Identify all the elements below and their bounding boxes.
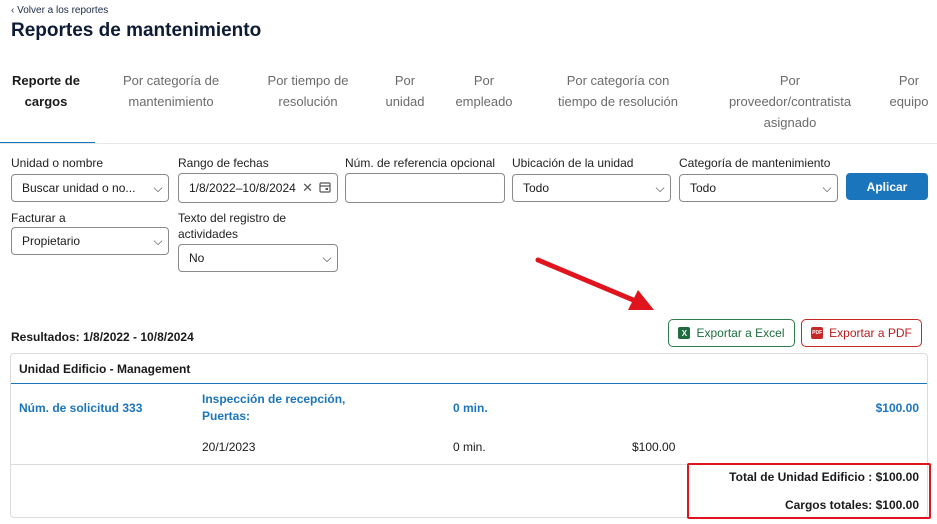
annotation-arrow-icon — [535, 257, 654, 310]
chevron-down-icon: ⌵ — [655, 180, 665, 195]
tab-by-equipment[interactable]: Por equipo — [884, 70, 934, 112]
tabs-divider — [0, 143, 937, 144]
maintenance-category-label: Categoría de mantenimiento — [679, 156, 831, 170]
results-range: Resultados: 1/8/2022 - 10/8/2024 — [11, 330, 194, 344]
date-start: 1/8/2022 — [189, 181, 236, 195]
bill-to-label: Facturar a — [11, 211, 66, 225]
clear-icon[interactable]: ✕ — [302, 180, 319, 196]
reference-number-input[interactable] — [345, 173, 505, 203]
maintenance-category-value: Todo — [690, 181, 717, 195]
unit-filter-label: Unidad o nombre — [11, 156, 104, 170]
request-number-link[interactable]: Núm. de solicitud 333 — [19, 400, 142, 417]
tab-by-category-resolution-time[interactable]: Por categoría con tiempo de resolución — [548, 70, 688, 112]
bill-to-value: Propietario — [22, 234, 81, 248]
date-end: 10/8/2024 — [242, 181, 296, 195]
unit-group-heading: Unidad Edificio - Management — [11, 354, 927, 384]
entry-amount: $100.00 — [632, 440, 676, 454]
unit-location-select[interactable]: Todo ⌵ — [512, 174, 671, 202]
maintenance-category-select[interactable]: Todo ⌵ — [679, 174, 838, 202]
activity-log-select[interactable]: No ⌵ — [178, 244, 338, 272]
calendar-icon[interactable] — [319, 181, 337, 196]
export-excel-button[interactable]: X Exportar a Excel — [668, 319, 795, 347]
unit-location-value: Todo — [523, 181, 550, 195]
request-description-link[interactable]: Inspección de recepción, Puertas: — [202, 391, 352, 425]
export-pdf-label: Exportar a PDF — [829, 326, 912, 340]
date-range-input[interactable]: 1/8/2022 – 10/8/2024 ✕ — [178, 173, 338, 203]
back-to-reports-link[interactable]: ‹ Volver a los reportes — [11, 5, 108, 16]
annotation-highlight-box — [687, 463, 931, 519]
unit-search-select[interactable]: Buscar unidad o no... ⌵ — [11, 174, 169, 202]
tab-by-unit[interactable]: Por unidad — [380, 70, 430, 112]
reference-label: Núm. de referencia opcional — [345, 156, 496, 170]
tab-by-contractor[interactable]: Por proveedor/contratista asignado — [718, 70, 862, 133]
entry-date: 20/1/2023 — [202, 440, 256, 454]
export-pdf-button[interactable]: PDF Exportar a PDF — [801, 319, 922, 347]
tab-by-employee[interactable]: Por empleado — [448, 70, 520, 112]
chevron-down-icon: ⌵ — [153, 180, 163, 195]
date-range-label: Rango de fechas — [178, 156, 269, 170]
activity-log-value: No — [189, 251, 205, 265]
unit-location-label: Ubicación de la unidad — [512, 156, 634, 170]
unit-search-value: Buscar unidad o no... — [22, 181, 136, 195]
tab-by-resolution-time[interactable]: Por tiempo de resolución — [262, 70, 354, 112]
entry-time: 0 min. — [453, 440, 486, 454]
tab-by-maintenance-category[interactable]: Por categoría de mantenimiento — [110, 70, 232, 112]
page-title: Reportes de mantenimiento — [11, 20, 262, 41]
excel-icon: X — [678, 327, 691, 339]
request-amount: $100.00 — [875, 401, 919, 415]
export-excel-label: Exportar a Excel — [696, 326, 785, 340]
date-separator: – — [235, 181, 243, 195]
chevron-down-icon: ⌵ — [822, 180, 832, 195]
chevron-down-icon: ⌵ — [153, 233, 163, 248]
apply-button[interactable]: Aplicar — [846, 173, 928, 200]
chevron-down-icon: ⌵ — [322, 250, 332, 265]
activity-log-label: Texto del registro de actividades — [178, 211, 287, 241]
pdf-icon: PDF — [811, 327, 824, 339]
request-time: 0 min. — [453, 401, 488, 415]
report-tabs: Reporte de cargos Por categoría de mante… — [0, 62, 937, 144]
tab-charges-report[interactable]: Reporte de cargos — [4, 70, 88, 112]
bill-to-select[interactable]: Propietario ⌵ — [11, 227, 169, 255]
